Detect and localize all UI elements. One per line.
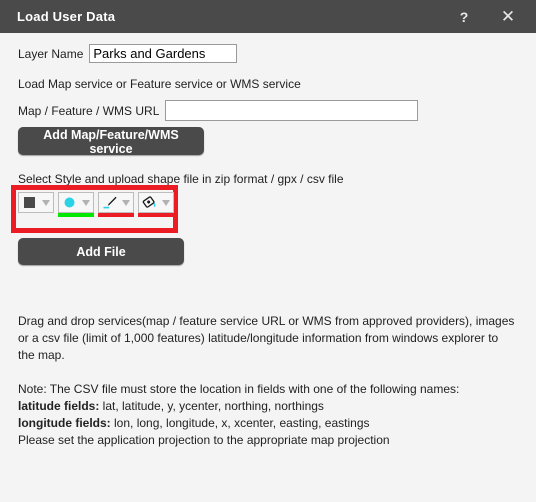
longitude-fields-label: longitude fields:	[18, 416, 111, 430]
chevron-down-icon[interactable]	[42, 199, 50, 206]
line-pen-tool-button[interactable]	[98, 192, 134, 213]
fill-square-tool-button[interactable]	[18, 192, 54, 213]
chevron-down-icon[interactable]	[82, 199, 90, 206]
latitude-fields-label: latitude fields:	[18, 399, 100, 413]
add-file-button[interactable]: Add File	[18, 238, 184, 265]
circle-icon	[61, 194, 78, 211]
pen-icon	[101, 194, 118, 211]
point-marker-tool-button[interactable]	[58, 192, 94, 213]
dialog-titlebar: Load User Data ? ✕	[0, 0, 536, 33]
fill-bucket-tool[interactable]	[138, 192, 174, 217]
point-marker-tool[interactable]	[58, 192, 94, 217]
help-icon[interactable]: ?	[449, 9, 479, 25]
projection-note-line: Please set the application projection to…	[18, 433, 390, 447]
dialog-title: Load User Data	[17, 9, 116, 24]
layer-name-row: Layer Name	[18, 44, 238, 63]
style-hint-text: Select Style and upload shape file in zi…	[18, 172, 344, 186]
latitude-fields-line: latitude fields: lat, latitude, y, ycent…	[18, 398, 523, 415]
fill-bucket-tool-button[interactable]	[138, 192, 174, 213]
service-url-input[interactable]	[165, 100, 419, 121]
load-user-data-dialog: Load User Data ? ✕ Layer Name Load Map s…	[0, 0, 536, 502]
service-url-label: Map / Feature / WMS URL	[18, 103, 160, 118]
dialog-body: Layer Name Load Map service or Feature s…	[0, 33, 536, 502]
line-pen-tool-underline	[98, 213, 134, 217]
paint-bucket-icon	[141, 194, 158, 211]
csv-note-block: Note: The CSV file must store the locati…	[18, 381, 523, 449]
point-marker-tool-underline	[58, 213, 94, 217]
latitude-fields-values: lat, latitude, y, ycenter, northing, nor…	[99, 399, 324, 413]
layer-name-input[interactable]	[89, 44, 238, 63]
layer-name-label: Layer Name	[18, 46, 84, 61]
fill-bucket-tool-underline	[138, 213, 174, 217]
fill-square-tool-underline	[18, 213, 54, 217]
service-url-row: Map / Feature / WMS URL	[18, 100, 419, 121]
square-icon	[21, 194, 38, 211]
chevron-down-icon[interactable]	[122, 199, 130, 206]
close-icon[interactable]: ✕	[493, 7, 523, 27]
drag-drop-description: Drag and drop services(map / feature ser…	[18, 314, 515, 362]
chevron-down-icon[interactable]	[162, 199, 170, 206]
service-hint-text: Load Map service or Feature service or W…	[18, 77, 301, 91]
longitude-fields-line: longitude fields: lon, long, longitude, …	[18, 415, 523, 432]
line-pen-tool[interactable]	[98, 192, 134, 217]
fill-square-tool[interactable]	[18, 192, 54, 217]
longitude-fields-values: lon, long, longitude, x, xcenter, eastin…	[110, 416, 370, 430]
style-toolbar	[18, 192, 174, 217]
note-intro-line: Note: The CSV file must store the locati…	[18, 382, 460, 396]
add-map-feature-wms-service-button[interactable]: Add Map/Feature/WMS service	[18, 127, 204, 156]
